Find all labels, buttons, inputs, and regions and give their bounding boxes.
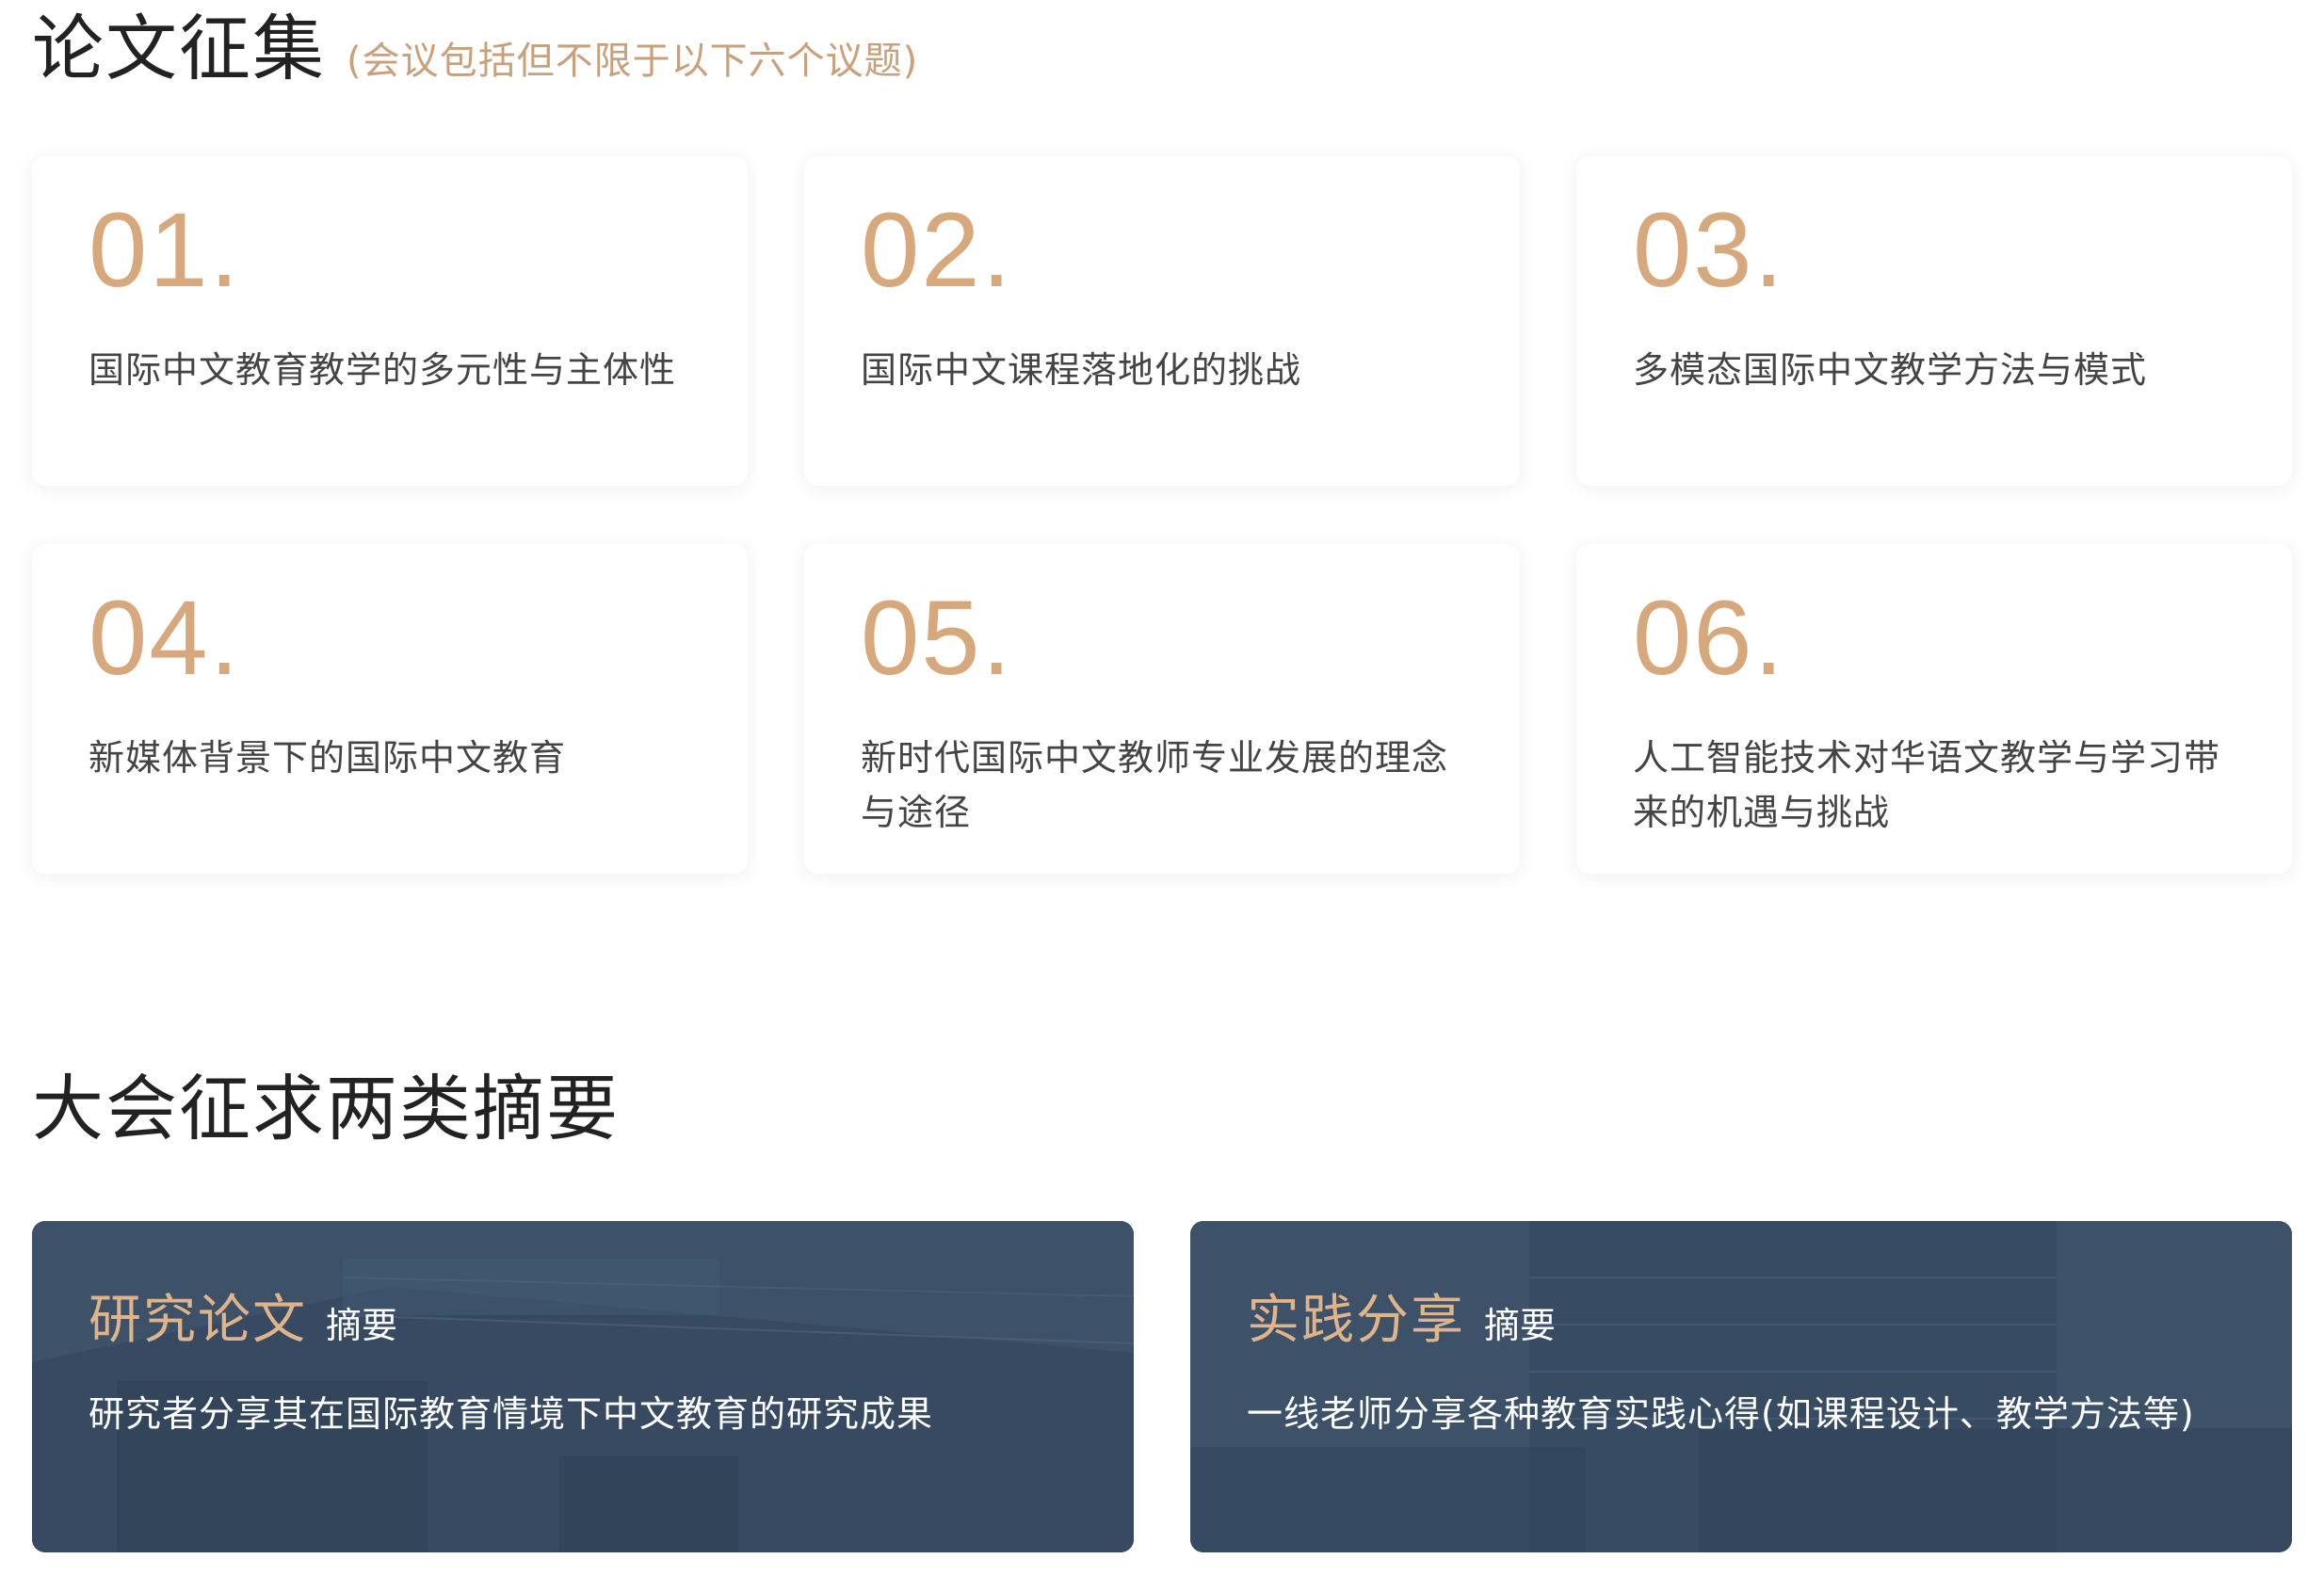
topic-number: 05. [861, 579, 1013, 697]
topics-grid: 01. 国际中文教育教学的多元性与主体性 02. 国际中文课程落地化的挑战 03… [32, 156, 2292, 874]
topic-number: 03. [1633, 191, 1785, 309]
topics-subtitle: (会议包括但不限于以下六个议题) [347, 40, 919, 83]
topic-number: 02. [861, 191, 1013, 309]
topic-card-2: 02. 国际中文课程落地化的挑战 [804, 156, 1520, 486]
abstracts-row: 研究论文 摘要 研究者分享其在国际教育情境下中文教育的研究成果 实践分享 摘要 … [32, 1221, 2292, 1552]
abstract-tag: 摘要 [1484, 1305, 1557, 1346]
topic-text: 新时代国际中文教师专业发展的理念与途径 [861, 737, 1449, 833]
abstracts-title: 大会征求两类摘要 [32, 1067, 620, 1150]
topic-number: 01. [89, 191, 241, 309]
topic-number: 04. [89, 579, 241, 697]
topic-text: 人工智能技术对华语文教学与学习带来的机遇与挑战 [1633, 737, 2221, 833]
abstract-title: 研究论文 [89, 1290, 307, 1351]
abstract-card-practice: 实践分享 摘要 一线老师分享各种教育实践心得(如课程设计、教学方法等) [1190, 1221, 2292, 1552]
topic-text: 国际中文课程落地化的挑战 [861, 349, 1302, 391]
abstract-content: 实践分享 摘要 一线老师分享各种教育实践心得(如课程设计、教学方法等) [1247, 1278, 2254, 1440]
topic-card-4: 04. 新媒体背景下的国际中文教育 [32, 544, 748, 874]
abstract-description: 一线老师分享各种教育实践心得(如课程设计、教学方法等) [1247, 1393, 2195, 1435]
topics-header: 论文征集 (会议包括但不限于以下六个议题) [32, 13, 918, 85]
abstract-description: 研究者分享其在国际教育情境下中文教育的研究成果 [89, 1393, 934, 1435]
topic-text: 新媒体背景下的国际中文教育 [89, 737, 567, 779]
topic-number: 06. [1633, 579, 1785, 697]
topic-card-5: 05. 新时代国际中文教师专业发展的理念与途径 [804, 544, 1520, 874]
abstract-card-research: 研究论文 摘要 研究者分享其在国际教育情境下中文教育的研究成果 [32, 1221, 1134, 1552]
topic-text: 国际中文教育教学的多元性与主体性 [89, 349, 677, 391]
abstract-heading: 研究论文 摘要 [89, 1278, 1096, 1354]
abstract-title: 实践分享 [1247, 1290, 1465, 1351]
topic-card-6: 06. 人工智能技术对华语文教学与学习带来的机遇与挑战 [1576, 544, 2292, 874]
abstract-tag: 摘要 [326, 1305, 398, 1346]
topic-card-3: 03. 多模态国际中文教学方法与模式 [1576, 156, 2292, 486]
topic-text: 多模态国际中文教学方法与模式 [1633, 349, 2148, 391]
abstracts-header: 大会征求两类摘要 [32, 1073, 620, 1145]
abstract-content: 研究论文 摘要 研究者分享其在国际教育情境下中文教育的研究成果 [89, 1278, 1096, 1440]
topic-card-1: 01. 国际中文教育教学的多元性与主体性 [32, 156, 748, 486]
topics-title: 论文征集 [32, 7, 326, 90]
abstract-heading: 实践分享 摘要 [1247, 1278, 2254, 1354]
